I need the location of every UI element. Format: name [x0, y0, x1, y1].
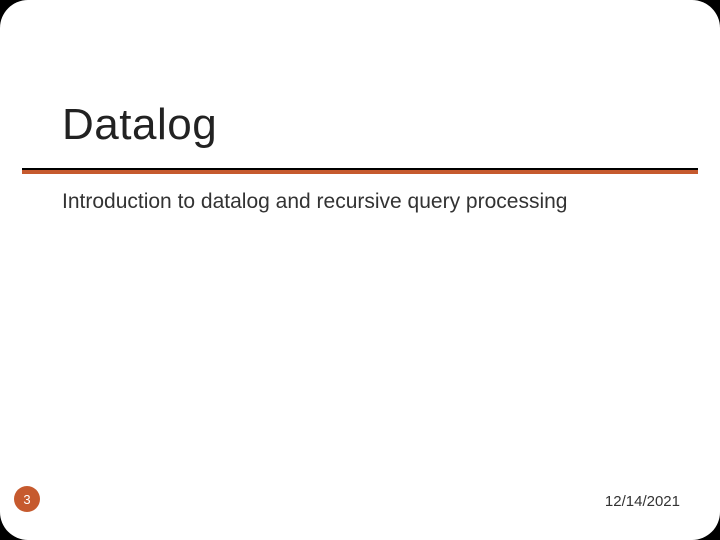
slide-title: Datalog: [62, 100, 680, 150]
content-area: Datalog: [62, 100, 680, 164]
slide-date: 12/14/2021: [605, 493, 680, 510]
page-number-badge: 3: [14, 486, 40, 512]
slide-subtitle: Introduction to datalog and recursive qu…: [62, 190, 680, 214]
slide: Datalog Introduction to datalog and recu…: [0, 0, 720, 540]
title-divider: [22, 168, 698, 174]
divider-bottom: [22, 170, 698, 174]
